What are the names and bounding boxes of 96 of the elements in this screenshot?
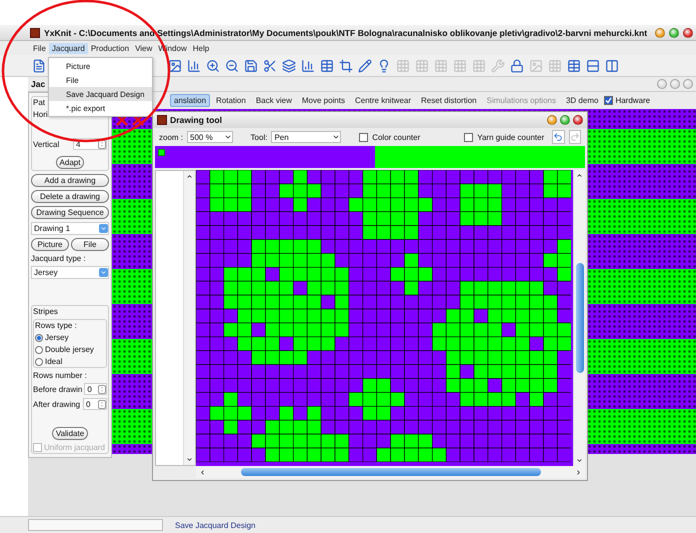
panel-button[interactable]: Delete a drawing <box>31 190 109 203</box>
zoom-out-icon[interactable] <box>225 58 239 72</box>
document-icon[interactable] <box>32 58 46 72</box>
table-icon[interactable] <box>567 58 581 72</box>
bar-chart-icon[interactable] <box>187 58 201 72</box>
scrollbar-thumb[interactable] <box>240 468 540 476</box>
field-label: After drawing <box>33 400 80 408</box>
field-label: Hori <box>33 110 49 119</box>
scrollbar[interactable] <box>573 170 585 466</box>
cross-mark-icon <box>116 114 128 126</box>
spin-field[interactable]: 0 <box>83 398 107 410</box>
scroll-down-icon[interactable] <box>186 456 193 463</box>
cross-mark-icon <box>132 114 144 126</box>
window-title: YxKnit - C:\Documents and Settings\Administrator\My Documents\pouk\NTF Bologna\racunalnisko oblikovanje pletiv\gradivo\2-barvni mehurcki.knt <box>44 28 648 38</box>
checkbox[interactable] <box>464 132 474 142</box>
group-title: Pat <box>33 98 46 107</box>
app-icon <box>30 28 40 38</box>
drawing-select[interactable]: Drawing 1 <box>31 222 109 235</box>
view-tool-button[interactable]: Rotation <box>212 94 250 107</box>
scroll-up-icon[interactable] <box>186 173 193 180</box>
scroll-up-icon[interactable] <box>576 172 583 179</box>
status-message: Save Jacquard Design <box>175 520 256 530</box>
menu-item[interactable]: File <box>30 42 49 54</box>
panel-button[interactable]: Drawing Sequence <box>31 206 109 219</box>
table-icon[interactable] <box>320 58 334 72</box>
palette-swatch[interactable] <box>155 146 376 168</box>
radio-button[interactable] <box>35 334 43 342</box>
tool-select[interactable]: Pen <box>271 131 342 143</box>
field-label: Tool: <box>250 132 268 142</box>
view-tool-button[interactable]: Move points <box>298 94 349 107</box>
view-tool-button[interactable]: Reset distortion <box>417 94 481 107</box>
pattern-grid-drawing[interactable] <box>196 170 572 462</box>
source-button[interactable]: Picture <box>31 238 69 251</box>
bar-chart-icon[interactable] <box>301 58 315 72</box>
maximize-button[interactable] <box>560 115 570 125</box>
field-label: Vertical <box>33 140 60 148</box>
crop-icon[interactable] <box>339 58 353 72</box>
layers-icon[interactable] <box>282 58 296 72</box>
field-label: zoom : <box>159 132 184 142</box>
app-icon <box>157 115 167 125</box>
close-button[interactable] <box>573 115 583 125</box>
lock-icon[interactable] <box>510 58 524 72</box>
view-tool-button[interactable]: anslation <box>170 94 210 107</box>
palette-swatch[interactable] <box>375 146 585 168</box>
jacquard-type-select[interactable]: Jersey <box>31 266 109 279</box>
scrollbar[interactable] <box>183 171 195 465</box>
spin-field[interactable]: 0 <box>84 383 107 395</box>
group-title: Stripes <box>33 307 59 316</box>
scrollbar-thumb[interactable] <box>576 263 584 373</box>
minimize-button[interactable] <box>655 28 666 38</box>
rows-icon[interactable] <box>586 58 600 72</box>
current-color-marker <box>158 149 165 156</box>
source-button[interactable]: File <box>71 238 109 251</box>
checkbox[interactable] <box>359 132 368 142</box>
menu-item[interactable]: Production <box>88 42 132 54</box>
validate-button[interactable]: Validate <box>52 427 88 440</box>
radio-button[interactable] <box>35 346 43 354</box>
checkbox-label: Color counter <box>372 132 420 142</box>
zoom-in-icon[interactable] <box>206 58 220 72</box>
lightbulb-icon[interactable] <box>377 58 391 72</box>
columns-icon[interactable] <box>605 58 619 72</box>
scroll-left-icon[interactable] <box>199 468 206 476</box>
menu-item[interactable]: Help <box>190 42 212 54</box>
adapt-button[interactable]: Adapt <box>56 156 84 169</box>
view-tool-button[interactable]: Centre knitwear <box>350 94 416 107</box>
checkbox-label: Hardware <box>615 96 650 105</box>
undo-button[interactable] <box>552 130 565 144</box>
save-icon[interactable] <box>244 58 258 72</box>
scissors-icon[interactable] <box>263 58 277 72</box>
menu-item[interactable]: Jacquard <box>48 42 88 54</box>
maximize-button[interactable] <box>669 28 680 38</box>
panel-button[interactable]: Add a drawing <box>31 174 109 187</box>
view-tool-button[interactable]: Back view <box>252 94 296 107</box>
pencil-icon[interactable] <box>358 58 372 72</box>
menu-item[interactable]: View <box>132 42 156 54</box>
scroll-down-icon[interactable] <box>576 457 583 464</box>
close-button[interactable] <box>683 28 694 38</box>
field-label: Rows number : <box>33 371 88 380</box>
minimize-button[interactable] <box>547 115 557 125</box>
field-label: Jacquard type : <box>31 254 87 263</box>
window-title: Drawing tool <box>170 115 222 125</box>
radio-label: Jersey <box>45 333 69 342</box>
radio-label: Ideal <box>45 357 62 366</box>
zoom-select[interactable]: 500 % <box>187 131 233 143</box>
checkbox[interactable] <box>604 96 614 105</box>
scroll-right-icon[interactable] <box>575 468 582 476</box>
field-label: Before drawin <box>33 384 82 394</box>
checkbox-label: Yarn guide counter <box>477 132 544 142</box>
radio-button[interactable] <box>35 358 43 366</box>
panel-tab[interactable]: Jac <box>31 79 46 89</box>
image-icon[interactable] <box>168 58 182 72</box>
scrollbar[interactable] <box>196 466 585 478</box>
group-title: Rows type : <box>35 321 78 330</box>
view-tool-button[interactable]: 3D demo <box>562 94 602 107</box>
checkbox-label: Uniform jacquard <box>44 443 105 452</box>
radio-label: Double jersey <box>45 345 94 354</box>
